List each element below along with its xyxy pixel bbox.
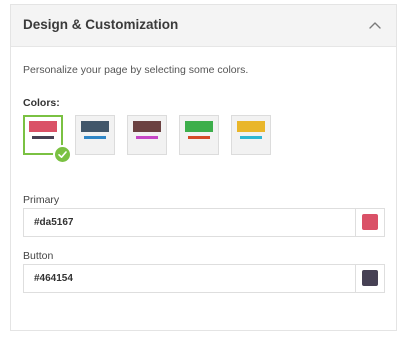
palette-option-4[interactable]	[179, 115, 219, 155]
palette-secondary-swatch	[32, 136, 54, 139]
palette-primary-swatch	[237, 121, 265, 132]
colors-label: Colors:	[23, 97, 60, 109]
chevron-up-icon	[369, 22, 381, 29]
checkmark-icon	[58, 151, 67, 158]
collapse-button[interactable]	[362, 13, 388, 39]
palette-primary-swatch	[185, 121, 213, 132]
palette-secondary-swatch	[84, 136, 106, 139]
button-color-picker[interactable]	[355, 265, 384, 292]
palette-secondary-swatch	[188, 136, 210, 139]
palette-option-3[interactable]	[127, 115, 167, 155]
palette-secondary-swatch	[136, 136, 158, 139]
palette-secondary-swatch	[240, 136, 262, 139]
button-color-label: Button	[23, 250, 54, 262]
palette-option-1[interactable]	[23, 115, 72, 164]
palette-option-5[interactable]	[231, 115, 271, 155]
palette-primary-swatch	[81, 121, 109, 132]
button-color-field	[23, 264, 385, 293]
palette-primary-swatch	[133, 121, 161, 132]
selected-badge	[53, 145, 72, 164]
panel-description: Personalize your page by selecting some …	[23, 64, 249, 76]
primary-color-input[interactable]	[24, 209, 354, 236]
primary-color-field	[23, 208, 385, 237]
button-color-chip	[362, 270, 378, 286]
primary-color-picker[interactable]	[355, 209, 384, 236]
palette-option-2[interactable]	[75, 115, 115, 155]
primary-color-label: Primary	[23, 194, 60, 206]
primary-color-chip	[362, 214, 378, 230]
design-customization-panel: Design & Customization Personalize your …	[10, 4, 397, 331]
palette-primary-swatch	[29, 121, 57, 132]
panel-title: Design & Customization	[23, 17, 179, 32]
panel-header[interactable]: Design & Customization	[11, 5, 396, 47]
button-color-input[interactable]	[24, 265, 354, 292]
